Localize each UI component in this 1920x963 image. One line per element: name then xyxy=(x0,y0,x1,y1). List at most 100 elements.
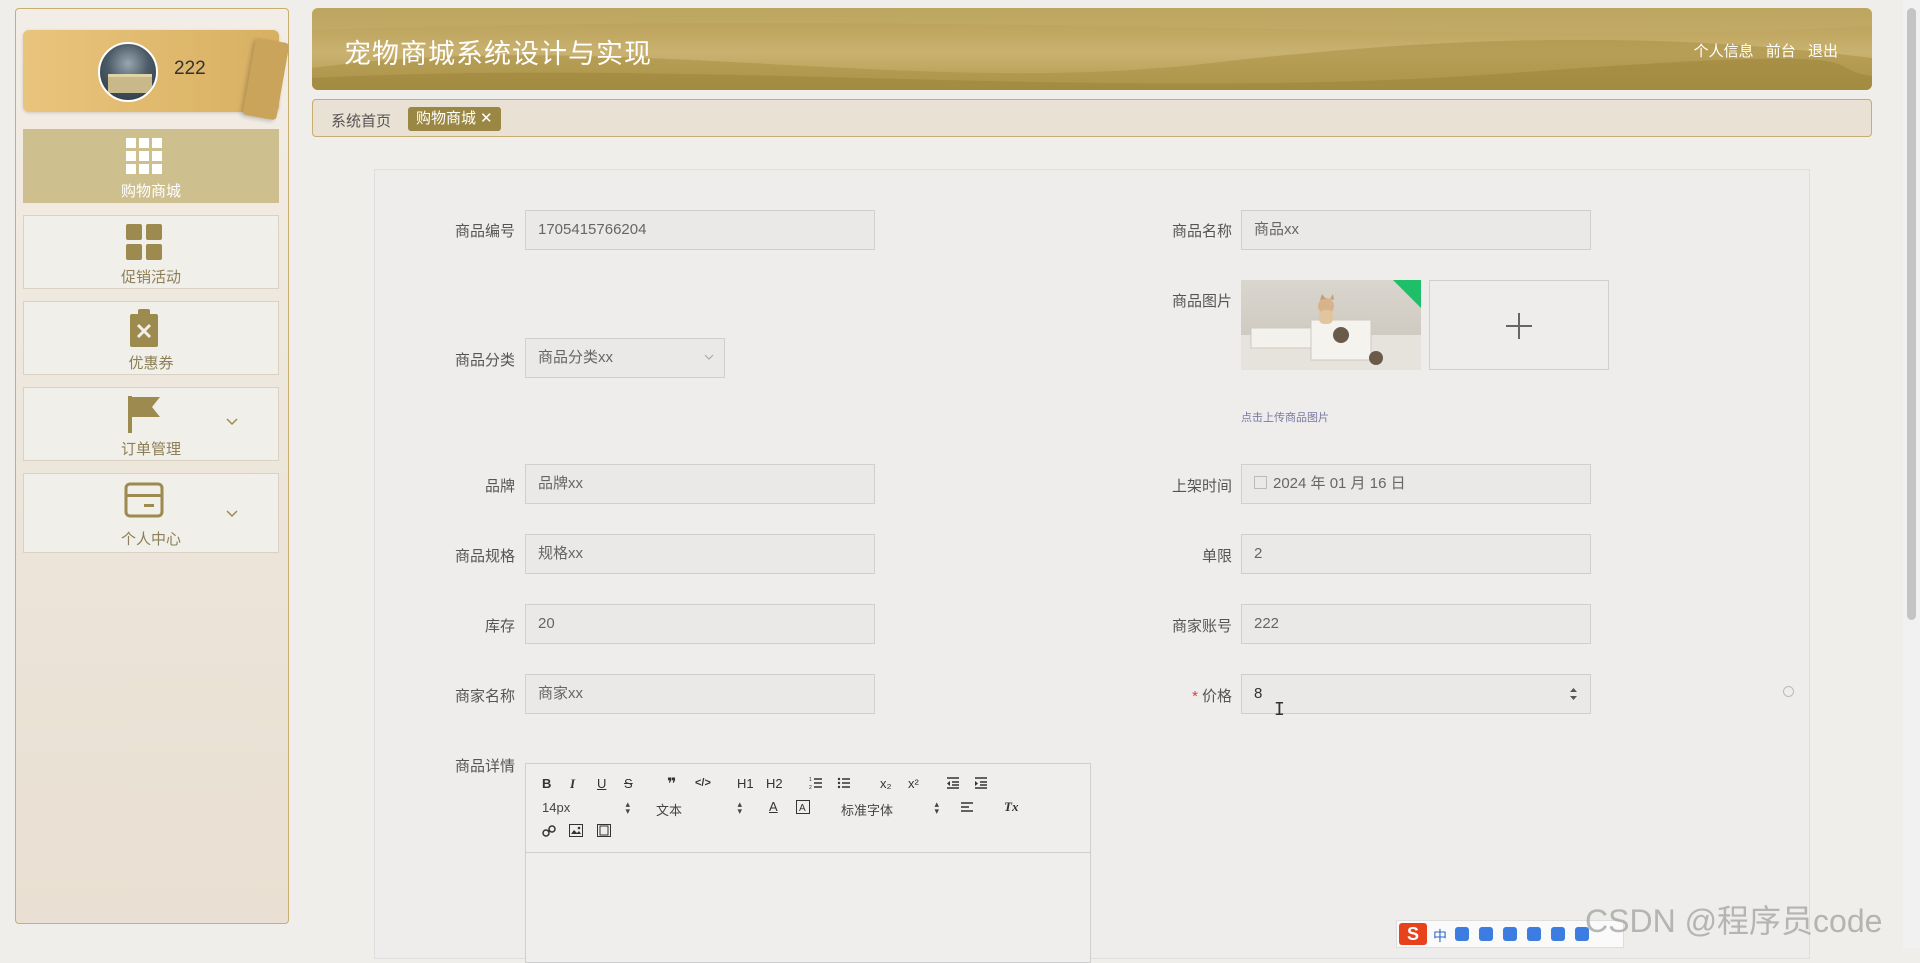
check-corner-icon xyxy=(1393,280,1421,308)
stock-label: 库存 xyxy=(484,618,515,635)
svg-text:2: 2 xyxy=(809,785,812,790)
text-cursor: I xyxy=(1274,699,1285,720)
chevron-down-icon xyxy=(226,510,238,518)
font-family-select[interactable]: 标准字体 ▴ ▾ xyxy=(841,800,939,819)
calendar-icon xyxy=(1254,476,1267,489)
clear-format-button[interactable]: Tx xyxy=(1004,799,1018,815)
brand-input[interactable]: 品牌xx xyxy=(525,464,875,504)
merchant-name-input[interactable]: 商家xx xyxy=(525,674,875,714)
ime-tools xyxy=(1455,927,1599,946)
sidebar-item-label: 促销活动 xyxy=(120,269,181,286)
price-label: * 价格 xyxy=(1192,688,1232,705)
merchant-account-input[interactable]: 222 xyxy=(1241,604,1591,644)
clear-icon[interactable] xyxy=(1783,686,1794,697)
breadcrumb-tag-label: 购物商城 xyxy=(416,110,477,127)
listing-time-picker[interactable]: 2024 年 01 月 16 日 xyxy=(1241,464,1591,504)
ime-logo-icon: S xyxy=(1399,923,1427,945)
page-title: 宠物商城系统设计与实现 xyxy=(344,39,652,69)
category-select[interactable]: 商品分类xx xyxy=(525,338,725,378)
bold-button[interactable]: B xyxy=(542,776,551,791)
sidebar-item-promotions[interactable]: 促销活动 xyxy=(23,215,279,289)
close-icon[interactable]: ✕ xyxy=(480,110,493,127)
frontend-link[interactable]: 前台 xyxy=(1766,43,1796,60)
number-spinner-icon[interactable] xyxy=(1569,686,1578,702)
italic-button[interactable]: I xyxy=(570,776,575,792)
stock-input[interactable]: 20 xyxy=(525,604,875,644)
ordered-list-icon[interactable]: 12 xyxy=(809,776,823,790)
editor-toolbar: B I U S ❞ </> H1 H2 12 x₂ x² 14px ▴ ▾ 文本 ▴ ▾… xyxy=(526,764,1090,853)
category-value: 商品分类xx xyxy=(538,349,614,366)
grid-icon xyxy=(126,138,162,174)
flag-icon xyxy=(128,396,160,433)
brand-label: 品牌 xyxy=(484,478,515,495)
superscript-button[interactable]: x² xyxy=(908,776,919,791)
sidebar-item-label: 订单管理 xyxy=(120,441,181,458)
product-no-label: 商品编号 xyxy=(454,223,515,240)
merchant-account-label: 商家账号 xyxy=(1171,618,1232,635)
text-style-select[interactable]: 文本 ▴ ▾ xyxy=(656,800,742,819)
svg-text:A: A xyxy=(799,803,806,814)
rich-text-editor[interactable]: B I U S ❞ </> H1 H2 12 x₂ x² 14px ▴ ▾ 文本 ▴ ▾… xyxy=(525,763,1091,963)
listing-time-value: 2024 年 01 月 16 日 xyxy=(1273,475,1406,492)
details-label: 商品详情 xyxy=(454,758,515,775)
image-icon[interactable] xyxy=(569,824,583,837)
product-name-input[interactable]: 商品xx xyxy=(1241,210,1591,250)
profile-decor xyxy=(242,37,290,121)
background-color-icon[interactable]: A xyxy=(796,800,810,814)
sidebar-item-orders[interactable]: 订单管理 xyxy=(23,387,279,461)
font-size-select[interactable]: 14px ▴ ▾ xyxy=(542,800,630,816)
sidebar: 222 购物商城 促销活动 优惠券 订单管理 个人中心 xyxy=(15,8,290,924)
breadcrumb-home[interactable]: 系统首页 xyxy=(331,110,391,131)
product-no-input[interactable]: 1705415766204 xyxy=(525,210,875,250)
h1-button[interactable]: H1 xyxy=(737,776,754,791)
underline-button[interactable]: U xyxy=(597,776,606,791)
product-image-thumbnail[interactable] xyxy=(1241,280,1421,370)
top-header: 宠物商城系统设计与实现 个人信息 前台 退出 xyxy=(312,8,1872,90)
avatar[interactable] xyxy=(98,42,158,102)
personal-info-link[interactable]: 个人信息 xyxy=(1694,43,1754,60)
sidebar-item-label: 优惠券 xyxy=(128,355,174,372)
indent-icon[interactable] xyxy=(974,776,988,790)
ime-mode[interactable]: 中 xyxy=(1433,926,1447,946)
code-block-button[interactable]: </> xyxy=(695,777,711,789)
clipboard-x-icon xyxy=(130,309,158,347)
limit-input[interactable]: 2 xyxy=(1241,534,1591,574)
sidebar-item-coupons[interactable]: 优惠券 xyxy=(23,301,279,375)
svg-text:1: 1 xyxy=(809,777,812,783)
logout-link[interactable]: 退出 xyxy=(1808,43,1838,60)
sidebar-item-label: 个人中心 xyxy=(120,531,181,548)
align-icon[interactable] xyxy=(960,801,974,813)
bullet-list-icon[interactable] xyxy=(837,776,851,790)
image-upload-button[interactable] xyxy=(1429,280,1609,370)
h2-button[interactable]: H2 xyxy=(766,776,783,791)
profile-card: 222 xyxy=(23,30,290,121)
watermark: CSDN @程序员code xyxy=(1585,903,1883,939)
video-icon[interactable] xyxy=(597,824,611,837)
chevron-down-icon xyxy=(704,354,714,360)
font-color-button[interactable]: A xyxy=(769,799,778,814)
header-links: 个人信息 前台 退出 xyxy=(1686,40,1838,61)
subscript-button[interactable]: x₂ xyxy=(880,776,892,791)
link-icon[interactable] xyxy=(542,824,556,838)
scrollbar-thumb[interactable] xyxy=(1907,8,1916,620)
price-input[interactable]: 8 xyxy=(1241,674,1591,714)
sidebar-item-shop[interactable]: 购物商城 xyxy=(23,129,279,203)
product-name-label: 商品名称 xyxy=(1171,223,1232,240)
strike-button[interactable]: S xyxy=(624,776,633,791)
merchant-name-label: 商家名称 xyxy=(454,688,515,705)
price-value: 8 xyxy=(1254,685,1263,702)
limit-label: 单限 xyxy=(1201,548,1232,565)
chevron-down-icon xyxy=(226,418,238,426)
required-mark: * xyxy=(1192,688,1198,705)
blockquote-button[interactable]: ❞ xyxy=(667,774,676,794)
profile-name: 222 xyxy=(174,58,206,79)
sidebar-item-personal-center[interactable]: 个人中心 xyxy=(23,473,279,553)
spec-input[interactable]: 规格xx xyxy=(525,534,875,574)
breadcrumb-tag-shop[interactable]: 购物商城 ✕ xyxy=(408,107,501,131)
breadcrumb: 系统首页 购物商城 ✕ xyxy=(312,99,1872,137)
sidebar-item-label: 购物商城 xyxy=(120,183,181,200)
outdent-icon[interactable] xyxy=(946,776,960,790)
page-scrollbar[interactable] xyxy=(1903,0,1920,948)
product-image-label: 商品图片 xyxy=(1171,293,1232,310)
four-squares-icon xyxy=(126,224,162,260)
